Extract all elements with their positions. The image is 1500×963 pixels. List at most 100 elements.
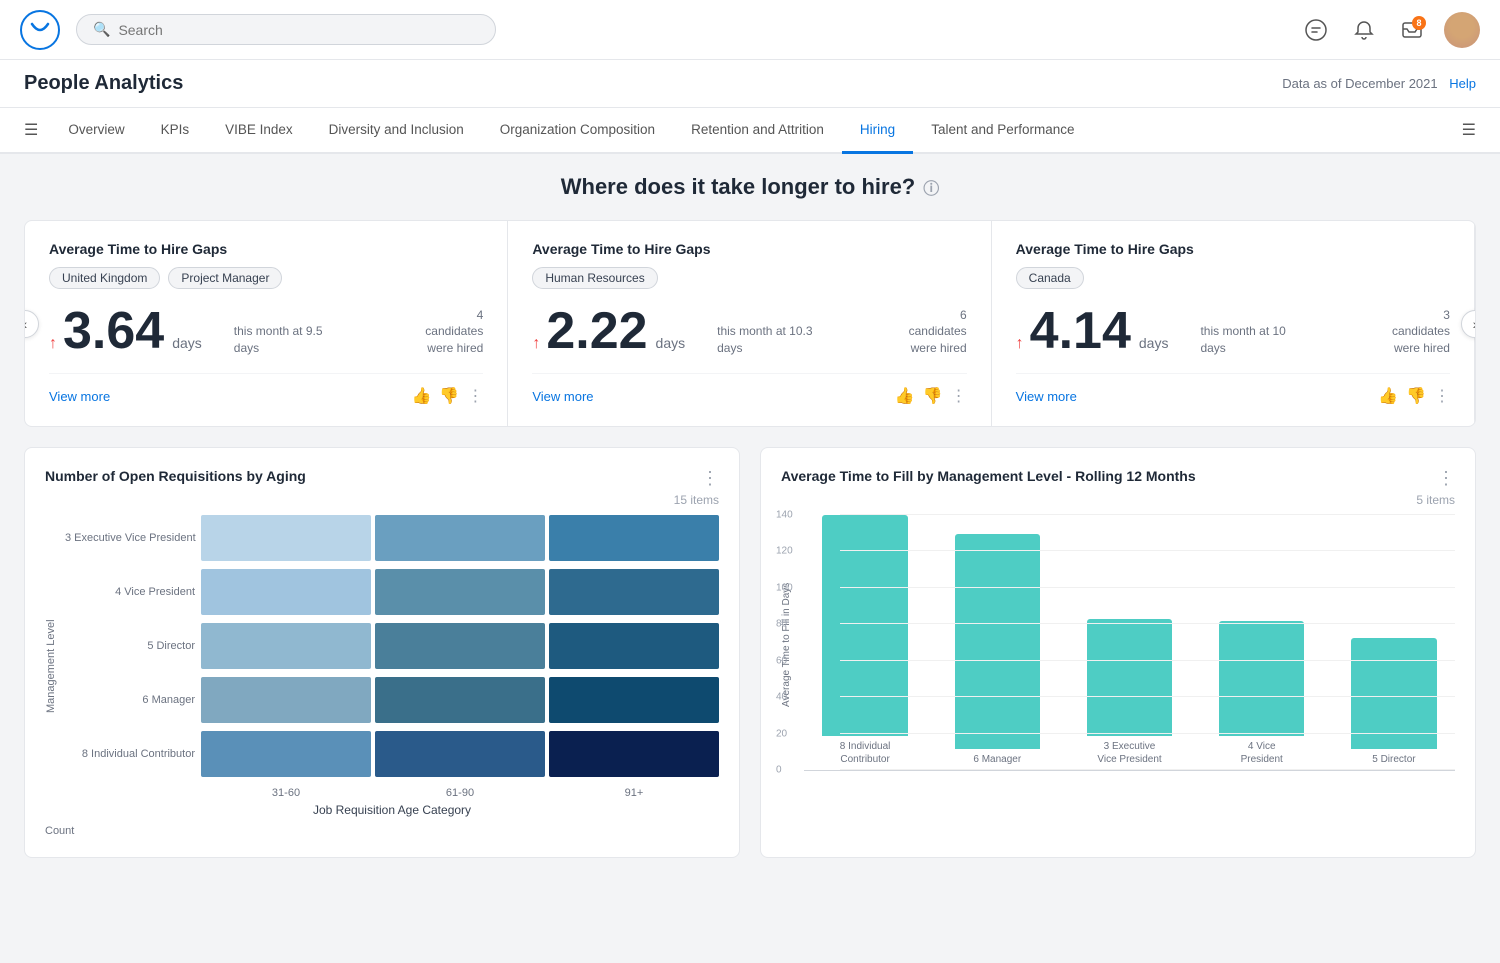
section-title: Where does it take longer to hire? ⓘ — [24, 174, 1476, 200]
section-info-icon[interactable]: ⓘ — [923, 175, 939, 199]
data-info: Data as of December 2021 Help — [1282, 76, 1476, 91]
bar-group: 3 Executive Vice President — [1068, 515, 1190, 766]
card-2-view-more[interactable]: View more — [532, 389, 593, 404]
thumbs-down-icon[interactable]: 👎 — [923, 386, 943, 406]
user-avatar[interactable] — [1444, 12, 1480, 48]
page-title: People Analytics — [24, 72, 183, 95]
heatmap-cell[interactable] — [549, 569, 719, 615]
bar[interactable] — [1087, 619, 1173, 736]
heatmap-cell[interactable] — [201, 515, 371, 561]
heatmap-grid: 3 Executive Vice President 4 Vice Preside… — [65, 515, 719, 781]
card-3-view-more[interactable]: View more — [1016, 389, 1077, 404]
tab-diversity[interactable]: Diversity and Inclusion — [311, 108, 482, 154]
tab-org-composition[interactable]: Organization Composition — [482, 108, 673, 154]
logo[interactable] — [20, 10, 60, 50]
heatmap-cell[interactable] — [201, 731, 371, 777]
heatmap-cell[interactable] — [375, 731, 545, 777]
bar-chart-menu-icon[interactable]: ⋮ — [1437, 468, 1455, 489]
bar-x-label: 8 Individual Contributor — [840, 740, 891, 766]
search-input[interactable] — [118, 22, 479, 38]
more-options-icon[interactable]: ⋮ — [467, 386, 483, 406]
heatmap-cell[interactable] — [375, 569, 545, 615]
card-3-metric: ↑ 4.14 days this month at 10 days 3 cand… — [1016, 305, 1450, 357]
thumbs-down-icon[interactable]: 👎 — [439, 386, 459, 406]
tab-talent[interactable]: Talent and Performance — [913, 108, 1092, 154]
bar-x-label: 6 Manager — [973, 753, 1021, 766]
charts-row: Number of Open Requisitions by Aging ⋮ 1… — [24, 447, 1476, 858]
card-2-tags: Human Resources — [532, 267, 966, 289]
heatmap-row: 4 Vice President — [65, 569, 719, 615]
page-header: People Analytics Data as of December 202… — [0, 60, 1500, 108]
card-2-metric: ↑ 2.22 days this month at 10.3 days 6 ca… — [532, 305, 966, 357]
thumbs-down-icon[interactable]: 👎 — [1406, 386, 1426, 406]
bar-chart-title: Average Time to Fill by Management Level… — [781, 468, 1196, 484]
search-icon: 🔍 — [93, 21, 110, 38]
heatmap-cell[interactable] — [375, 677, 545, 723]
heatmap-items: 15 items — [45, 493, 719, 507]
hire-cards-row: ‹ Average Time to Hire Gaps United Kingd… — [24, 220, 1476, 427]
bar[interactable] — [1351, 638, 1437, 749]
inbox-icon[interactable]: 8 — [1396, 14, 1428, 46]
heatmap-x-labels: 31-6061-9091+ — [201, 787, 719, 799]
heatmap-cell[interactable] — [549, 515, 719, 561]
card-1-footer: View more 👍 👎 ⋮ — [49, 373, 483, 406]
thumbs-up-icon[interactable]: 👍 — [411, 386, 431, 406]
chat-icon[interactable] — [1300, 14, 1332, 46]
more-options-icon[interactable]: ⋮ — [1434, 386, 1450, 406]
thumbs-up-icon[interactable]: 👍 — [1378, 386, 1398, 406]
top-nav: 🔍 8 — [0, 0, 1500, 60]
heatmap-cell[interactable] — [201, 569, 371, 615]
bar-group: 8 Individual Contributor — [804, 515, 926, 766]
trend-up-icon: ↑ — [532, 335, 540, 353]
heatmap-panel: Number of Open Requisitions by Aging ⋮ 1… — [24, 447, 740, 858]
bar-group: 5 Director — [1333, 515, 1455, 766]
bar-group: 6 Manager — [936, 515, 1058, 766]
heatmap-cell[interactable] — [201, 677, 371, 723]
heatmap-cell[interactable] — [201, 623, 371, 669]
card-2-footer: View more 👍 👎 ⋮ — [532, 373, 966, 406]
heatmap-cell[interactable] — [375, 623, 545, 669]
bar[interactable] — [955, 534, 1041, 749]
card-1-metric: ↑ 3.64 days this month at 9.5 days 4 can… — [49, 305, 483, 357]
hire-card-3: Average Time to Hire Gaps Canada ↑ 4.14 … — [992, 221, 1475, 426]
more-options-icon[interactable]: ⋮ — [951, 386, 967, 406]
bar-chart-wrapper: Average Time to Fill in Days 14012010080… — [781, 515, 1455, 775]
heatmap-container: Management Level 3 Executive Vice Presid… — [45, 515, 719, 817]
heatmap-row: 5 Director — [65, 623, 719, 669]
tab-hiring[interactable]: Hiring — [842, 108, 913, 154]
nav-icons: 8 — [1300, 12, 1480, 48]
heatmap-row: 6 Manager — [65, 677, 719, 723]
tab-overview[interactable]: Overview — [50, 108, 142, 154]
heatmap-cell[interactable] — [549, 731, 719, 777]
tab-vibe-index[interactable]: VIBE Index — [207, 108, 311, 154]
card-1-view-more[interactable]: View more — [49, 389, 110, 404]
main-content: Where does it take longer to hire? ⓘ ‹ A… — [0, 154, 1500, 878]
inbox-badge: 8 — [1412, 16, 1426, 30]
search-bar[interactable]: 🔍 — [76, 14, 496, 45]
heatmap-y-label: Management Level — [45, 515, 57, 817]
card-1-tags: United Kingdom Project Manager — [49, 267, 483, 289]
bar-chart-items: 5 items — [781, 493, 1455, 507]
heatmap-x-title: Job Requisition Age Category — [65, 803, 719, 817]
bar[interactable] — [1219, 621, 1305, 736]
card-3-footer: View more 👍 👎 ⋮ — [1016, 373, 1450, 406]
hire-card-1: Average Time to Hire Gaps United Kingdom… — [25, 221, 508, 426]
notifications-icon[interactable] — [1348, 14, 1380, 46]
bar-chart-panel: Average Time to Fill by Management Level… — [760, 447, 1476, 858]
tabs-bar: ☰ Overview KPIs VIBE Index Diversity and… — [0, 108, 1500, 154]
bar[interactable] — [822, 515, 908, 736]
heatmap-cell[interactable] — [549, 623, 719, 669]
thumbs-up-icon[interactable]: 👍 — [895, 386, 915, 406]
hire-card-2: Average Time to Hire Gaps Human Resource… — [508, 221, 991, 426]
hamburger-icon[interactable]: ☰ — [12, 110, 50, 150]
tab-retention[interactable]: Retention and Attrition — [673, 108, 842, 154]
heatmap-menu-icon[interactable]: ⋮ — [701, 468, 719, 489]
tabs-menu-icon[interactable]: ☰ — [1450, 112, 1488, 149]
heatmap-cell[interactable] — [549, 677, 719, 723]
heatmap-row: 3 Executive Vice President — [65, 515, 719, 561]
heatmap-cell[interactable] — [375, 515, 545, 561]
help-link[interactable]: Help — [1449, 76, 1476, 91]
tab-kpis[interactable]: KPIs — [143, 108, 208, 154]
bar-x-label: 3 Executive Vice President — [1097, 740, 1161, 766]
trend-up-icon: ↑ — [49, 335, 57, 353]
